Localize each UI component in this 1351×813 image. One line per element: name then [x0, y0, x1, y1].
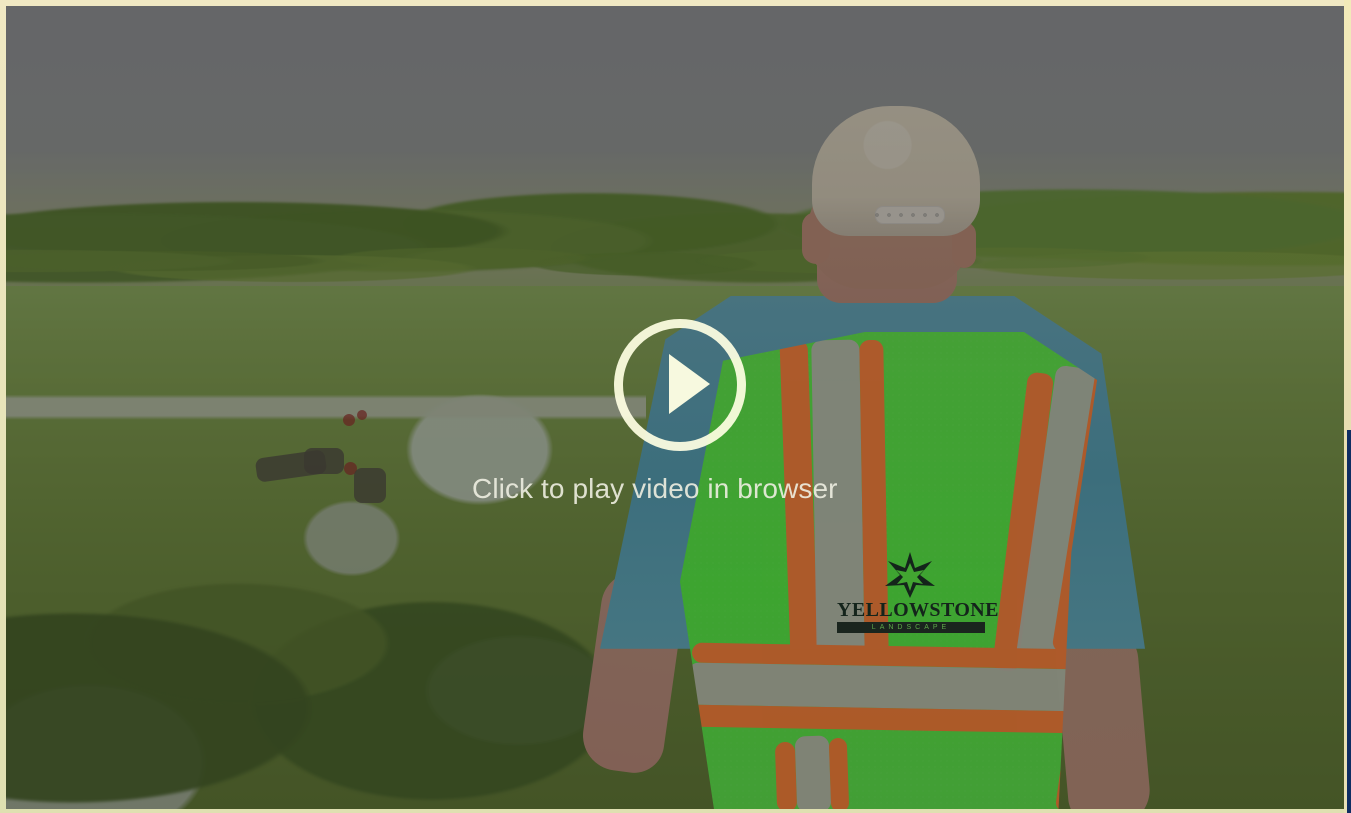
- play-button[interactable]: [614, 319, 746, 451]
- video-player[interactable]: YELLOWSTONE LANDSCAPE Click to play vide…: [6, 6, 1344, 809]
- play-icon: [669, 354, 710, 414]
- page: YELLOWSTONE LANDSCAPE Click to play vide…: [0, 0, 1351, 813]
- play-video-label[interactable]: Click to play video in browser: [472, 472, 892, 506]
- right-edge-accent: [1347, 430, 1351, 813]
